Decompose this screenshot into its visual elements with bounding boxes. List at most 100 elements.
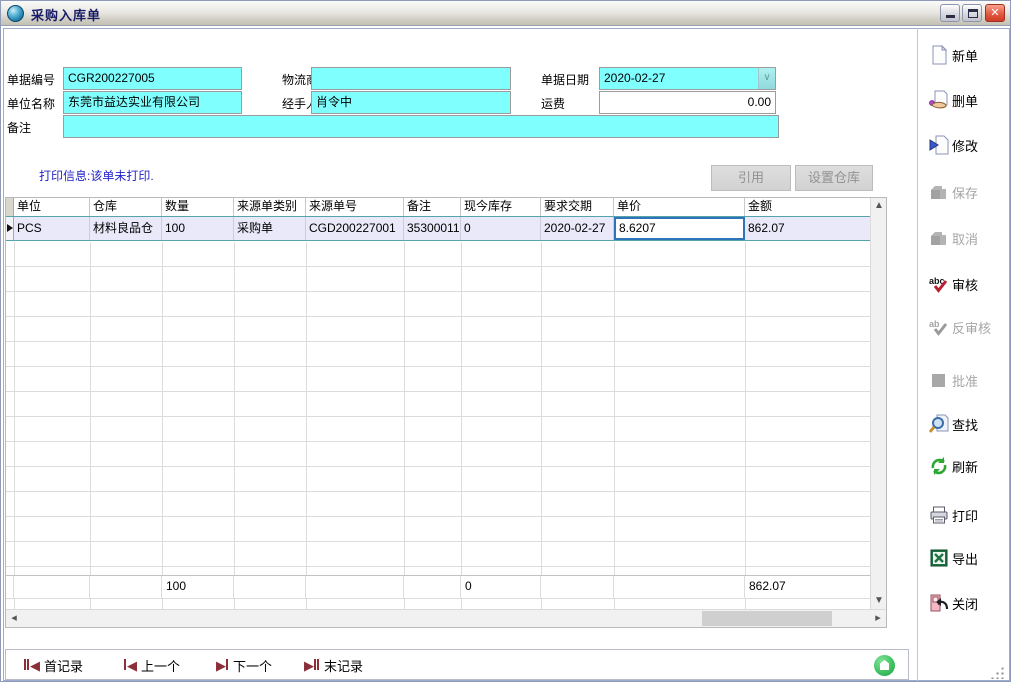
audit-label: 审核 — [952, 275, 978, 294]
last-record-label: 末记录 — [324, 656, 363, 675]
cell-warehouse[interactable]: 材料良品仓 — [90, 217, 162, 240]
unit-name-label: 单位名称 — [7, 95, 55, 112]
cell-stock[interactable]: 0 — [461, 217, 541, 240]
remarks-field[interactable] — [63, 115, 779, 138]
new-doc-button[interactable]: 新单 — [929, 43, 1009, 67]
col-header-warehouse[interactable]: 仓库 — [90, 198, 162, 216]
unaudit-label: 反审核 — [952, 318, 991, 337]
cell-remark[interactable]: 35300011000 — [404, 217, 461, 240]
table-row[interactable]: PCS 材料良品仓 100 采购单 CGD200227001 353000110… — [6, 216, 870, 241]
export-button[interactable]: 导出 — [929, 546, 1009, 570]
col-header-amount[interactable]: 金额 — [745, 198, 870, 216]
refresh-label: 刷新 — [952, 457, 978, 476]
vertical-scrollbar[interactable]: ▲ ▼ — [870, 198, 886, 609]
cell-qty[interactable]: 100 — [162, 217, 234, 240]
first-record-button[interactable]: ◀ 首记录 — [24, 656, 83, 675]
col-header-unit[interactable]: 单位 — [14, 198, 90, 216]
doc-date-value: 2020-02-27 — [604, 71, 665, 85]
delete-doc-button[interactable]: 删单 — [929, 88, 1009, 112]
doc-no-label: 单据编号 — [7, 71, 55, 88]
close-button[interactable]: ✕ — [985, 4, 1005, 22]
first-record-label: 首记录 — [44, 656, 83, 675]
maximize-button[interactable] — [962, 4, 982, 22]
unit-name-field[interactable]: 东莞市益达实业有限公司 — [63, 91, 242, 114]
chevron-down-icon[interactable]: ∨ — [758, 68, 775, 89]
find-button[interactable]: 查找 — [929, 412, 1009, 436]
export-label: 导出 — [952, 549, 978, 568]
title-bar[interactable]: 采购入库单 ✕ — [1, 1, 1011, 26]
scroll-left-icon[interactable]: ◂ — [6, 610, 22, 627]
app-window: 采购入库单 ✕ 单据编号 CGR200227005 物流商 单据日期 2020-… — [0, 0, 1011, 682]
grid-partial-row — [6, 598, 870, 609]
doc-date-field[interactable]: 2020-02-27 ∨ — [599, 67, 776, 90]
approve-label: 批准 — [952, 371, 978, 390]
grid-header-row: 单位 仓库 数量 来源单类别 来源单号 备注 现今库存 要求交期 单价 金额 — [6, 198, 870, 216]
reference-button[interactable]: 引用 — [711, 165, 791, 191]
remarks-label: 备注 — [7, 119, 31, 136]
next-record-label: 下一个 — [233, 656, 272, 675]
prev-record-icon: ◀ — [124, 656, 136, 675]
first-record-icon: ◀ — [24, 656, 39, 675]
grid-totals-row: 100 0 862.07 — [6, 575, 870, 598]
cancel-button[interactable]: 取消 — [929, 226, 1009, 250]
prev-record-button[interactable]: ◀ 上一个 — [124, 656, 180, 675]
cell-due-date[interactable]: 2020-02-27 — [541, 217, 614, 240]
total-qty: 100 — [162, 576, 234, 598]
audit-button[interactable]: abc 审核 — [929, 272, 1009, 296]
cell-amount[interactable]: 862.07 — [745, 217, 870, 240]
cell-source-type[interactable]: 采购单 — [234, 217, 306, 240]
col-header-source-no[interactable]: 来源单号 — [306, 198, 404, 216]
last-record-button[interactable]: ▶ 末记录 — [304, 656, 363, 675]
detail-grid: 单位 仓库 数量 来源单类别 来源单号 备注 现今库存 要求交期 单价 金额 P… — [5, 197, 887, 628]
set-warehouse-button[interactable]: 设置仓库 — [795, 165, 873, 191]
approve-button[interactable]: 批准 — [929, 368, 1009, 392]
new-doc-label: 新单 — [952, 46, 978, 65]
doc-date-label: 单据日期 — [541, 71, 589, 88]
scroll-right-icon[interactable]: ▸ — [870, 610, 886, 627]
status-ok-icon — [874, 655, 895, 676]
save-icon — [929, 182, 949, 202]
print-icon — [929, 505, 949, 525]
modify-button[interactable]: 修改 — [929, 133, 1009, 157]
freight-label: 运费 — [541, 95, 565, 112]
refresh-button[interactable]: 刷新 — [929, 454, 1009, 478]
col-header-remark[interactable]: 备注 — [404, 198, 461, 216]
new-doc-icon — [929, 45, 949, 65]
print-label: 打印 — [952, 506, 978, 525]
record-nav-bar: ◀ 首记录 ◀ 上一个 ▶ 下一个 ▶ 末记录 — [5, 649, 909, 680]
col-header-source-type[interactable]: 来源单类别 — [234, 198, 306, 216]
col-header-due-date[interactable]: 要求交期 — [541, 198, 614, 216]
col-header-qty[interactable]: 数量 — [162, 198, 234, 216]
unaudit-icon: ab — [929, 317, 949, 337]
refresh-icon — [929, 456, 949, 476]
maximize-icon — [968, 9, 978, 18]
minimize-button[interactable] — [940, 4, 960, 22]
cell-source-no[interactable]: CGD200227001 — [306, 217, 404, 240]
grid-empty-rows[interactable] — [6, 242, 870, 575]
find-icon — [929, 414, 949, 434]
minimize-icon — [946, 15, 955, 18]
row-indicator-icon — [6, 217, 14, 240]
doc-no-field[interactable]: CGR200227005 — [63, 67, 242, 90]
cell-unit[interactable]: PCS — [14, 217, 90, 240]
delete-doc-icon — [929, 90, 949, 110]
handler-field[interactable]: 肖令中 — [311, 91, 511, 114]
logistics-field[interactable] — [311, 67, 511, 90]
save-label: 保存 — [952, 183, 978, 202]
export-excel-icon — [929, 548, 949, 568]
cancel-icon — [929, 228, 949, 248]
freight-field[interactable]: 0.00 — [599, 91, 776, 114]
cell-price-focused[interactable]: 8.6207 — [614, 217, 745, 240]
horizontal-scrollbar[interactable]: ◂ ▸ — [6, 609, 886, 627]
horizontal-scroll-thumb[interactable] — [702, 611, 832, 626]
next-record-button[interactable]: ▶ 下一个 — [216, 656, 272, 675]
print-button[interactable]: 打印 — [929, 503, 1009, 527]
scroll-down-icon[interactable]: ▼ — [871, 593, 887, 609]
col-header-price[interactable]: 单价 — [614, 198, 745, 216]
find-label: 查找 — [952, 415, 978, 434]
save-button[interactable]: 保存 — [929, 180, 1009, 204]
col-header-stock[interactable]: 现今库存 — [461, 198, 541, 216]
close-form-button[interactable]: 关闭 — [929, 591, 1009, 615]
scroll-up-icon[interactable]: ▲ — [871, 198, 887, 214]
unaudit-button[interactable]: ab 反审核 — [929, 315, 1009, 339]
